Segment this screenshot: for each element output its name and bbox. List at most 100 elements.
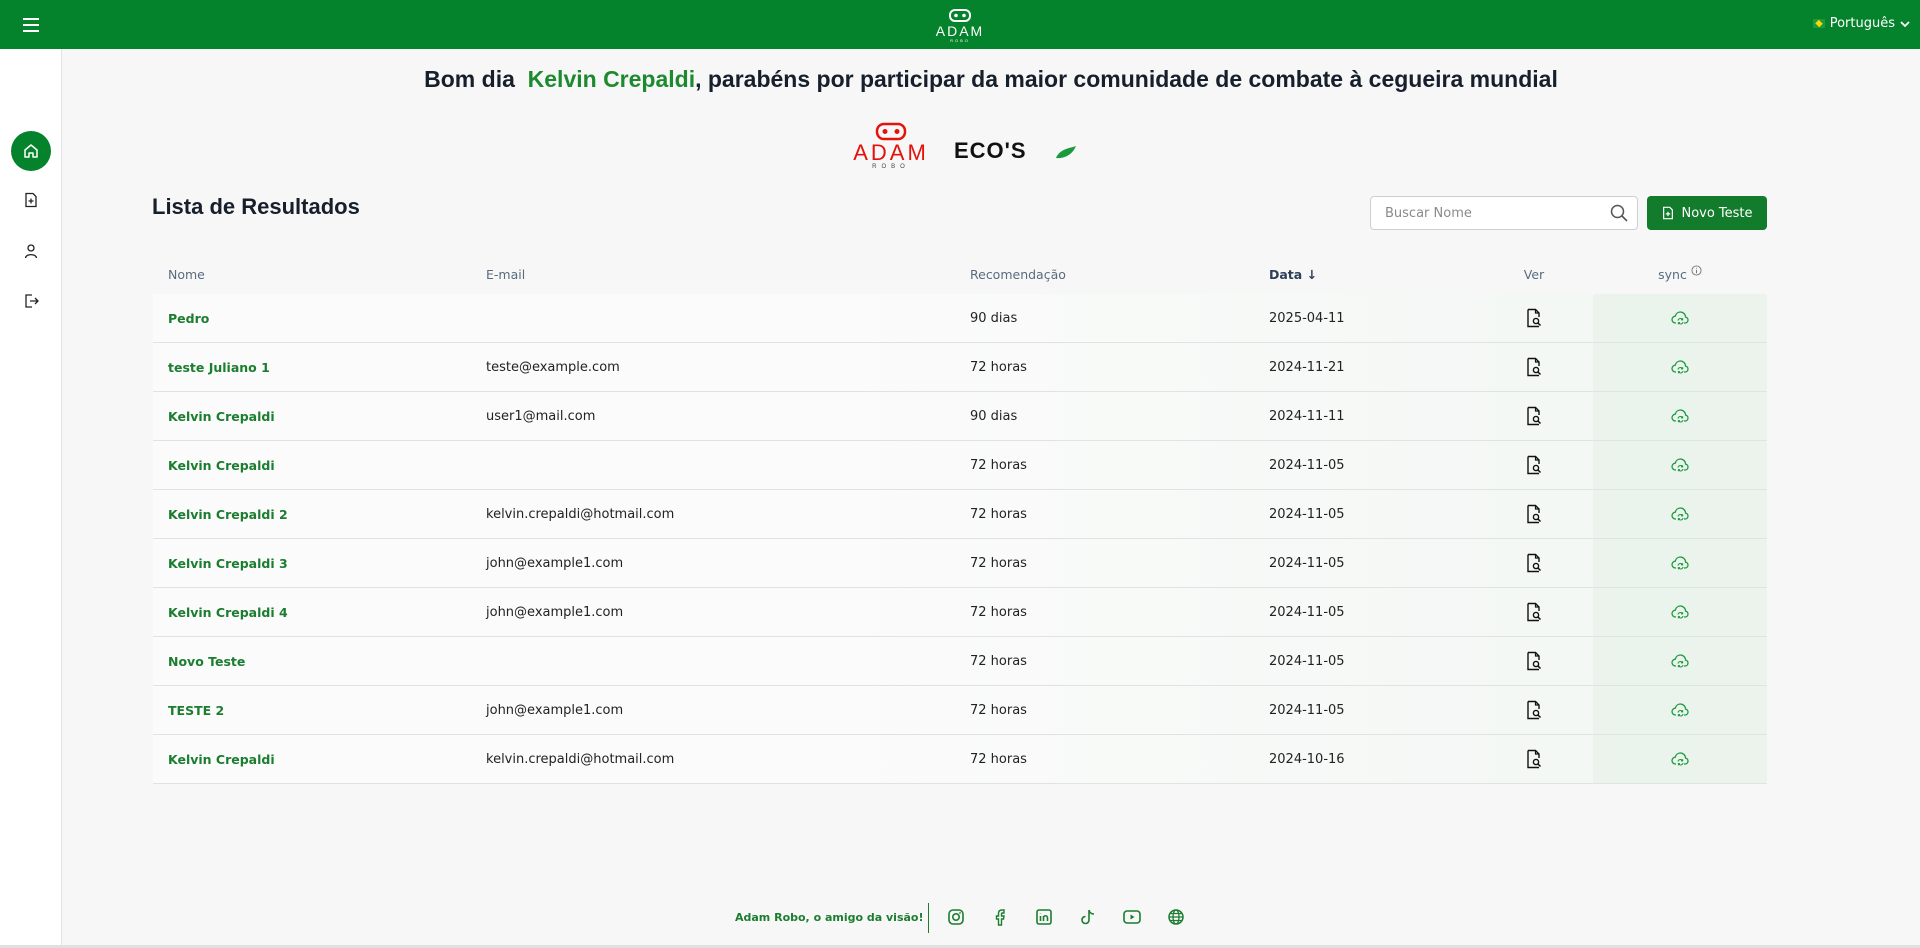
user-icon	[24, 244, 38, 259]
row-name[interactable]: TESTE 2	[168, 686, 468, 734]
new-test-label: Novo Teste	[1681, 205, 1753, 221]
view-report-icon[interactable]	[1507, 343, 1561, 391]
view-report-icon[interactable]	[1507, 588, 1561, 636]
table-row[interactable]: Kelvin Crepaldi 2 kelvin.crepaldi@hotmail…	[153, 490, 1767, 539]
table-row[interactable]: teste Juliano 1 teste@example.com 72 horas…	[153, 343, 1767, 392]
column-email[interactable]: E-mail	[486, 254, 966, 294]
view-report-icon[interactable]	[1507, 441, 1561, 489]
view-report-icon[interactable]	[1507, 490, 1561, 538]
row-date: 2024-11-21	[1269, 359, 1345, 375]
row-name[interactable]: Kelvin Crepaldi 4	[168, 588, 468, 636]
new-test-button[interactable]: Novo Teste	[1647, 196, 1767, 230]
greeting-prefix: Bom dia	[424, 66, 515, 92]
view-report-icon[interactable]	[1507, 735, 1561, 783]
row-recommendation: 72 horas	[970, 653, 1027, 669]
table-row[interactable]: Pedro 90 dias 2025-04-11	[153, 294, 1767, 343]
row-recommendation: 72 horas	[970, 457, 1027, 473]
column-recommendation[interactable]: Recomendação	[970, 254, 1250, 294]
user-name: Kelvin Crepaldi	[527, 66, 696, 92]
row-date: 2024-11-05	[1269, 702, 1345, 718]
adam-robo-red-logo: ADAM ROBO	[853, 122, 926, 170]
row-email: john@example1.com	[486, 555, 624, 571]
row-date: 2025-04-11	[1269, 310, 1345, 326]
row-email: kelvin.crepaldi@hotmail.com	[486, 751, 675, 767]
row-name[interactable]: Kelvin Crepaldi	[168, 392, 468, 440]
view-report-icon[interactable]	[1507, 539, 1561, 587]
table-row[interactable]: Kelvin Crepaldi kelvin.crepaldi@hotmail.c…	[153, 735, 1767, 784]
svg-text:ROBO: ROBO	[950, 38, 970, 43]
cloud-sync-icon[interactable]	[1593, 441, 1767, 489]
row-recommendation: 72 horas	[970, 359, 1027, 375]
sidebar-item-profile[interactable]	[11, 231, 51, 271]
sidebar-item-home[interactable]	[11, 131, 51, 171]
view-report-icon[interactable]	[1507, 686, 1561, 734]
youtube-icon[interactable]	[1122, 907, 1142, 927]
cloud-sync-icon[interactable]	[1593, 539, 1767, 587]
table-row[interactable]: Kelvin Crepaldi 3 john@example1.com 72 hor…	[153, 539, 1767, 588]
cloud-sync-icon[interactable]	[1593, 343, 1767, 391]
social-links	[946, 907, 1186, 927]
sidebar-item-logout[interactable]	[11, 281, 51, 321]
row-name[interactable]: teste Juliano 1	[168, 343, 468, 391]
cloud-sync-icon[interactable]	[1593, 490, 1767, 538]
row-date: 2024-11-05	[1269, 506, 1345, 522]
row-email: john@example1.com	[486, 604, 624, 620]
table-row[interactable]: Novo Teste 72 horas 2024-11-05	[153, 637, 1767, 686]
cloud-sync-icon[interactable]	[1593, 294, 1767, 342]
row-date: 2024-11-05	[1269, 653, 1345, 669]
globe-icon[interactable]	[1166, 907, 1186, 927]
row-recommendation: 90 dias	[970, 310, 1018, 326]
tiktok-icon[interactable]	[1078, 907, 1098, 927]
column-name[interactable]: Nome	[168, 254, 468, 294]
svg-text:ADAM: ADAM	[936, 23, 984, 39]
linkedin-icon[interactable]	[1034, 907, 1054, 927]
facebook-icon[interactable]	[990, 907, 1010, 927]
table-row[interactable]: Kelvin Crepaldi 4 john@example1.com 72 hor…	[153, 588, 1767, 637]
row-date: 2024-11-05	[1269, 604, 1345, 620]
adam-robo-logo: ADAM ROBO	[936, 9, 984, 43]
row-name[interactable]: Kelvin Crepaldi 3	[168, 539, 468, 587]
hamburger-menu-icon[interactable]	[20, 15, 42, 35]
row-date: 2024-11-05	[1269, 555, 1345, 571]
cloud-sync-icon[interactable]	[1593, 637, 1767, 685]
language-selector[interactable]: Português	[1812, 16, 1910, 31]
search-box	[1370, 196, 1638, 230]
column-sync-label: sync	[1658, 266, 1687, 282]
row-email: kelvin.crepaldi@hotmail.com	[486, 506, 675, 522]
footer-divider	[928, 903, 929, 933]
brazil-flag-icon	[1812, 19, 1825, 28]
view-report-icon[interactable]	[1507, 294, 1561, 342]
row-date: 2024-11-11	[1269, 408, 1345, 424]
row-name[interactable]: Pedro	[168, 294, 468, 342]
brand-logos: ADAM ROBO ECO'S	[853, 122, 1076, 170]
row-name[interactable]: Kelvin Crepaldi	[168, 735, 468, 783]
column-view: Ver	[1523, 266, 1545, 282]
cloud-sync-icon[interactable]	[1593, 392, 1767, 440]
view-report-icon[interactable]	[1507, 637, 1561, 685]
cloud-sync-icon[interactable]	[1593, 735, 1767, 783]
row-name[interactable]: Novo Teste	[168, 637, 468, 685]
home-icon	[24, 144, 38, 158]
table-header: Nome E-mail Recomendação Data ↓ Ver sync	[153, 254, 1767, 294]
table-row[interactable]: TESTE 2 john@example1.com 72 horas 2024-11-…	[153, 686, 1767, 735]
sidebar-item-new-test[interactable]	[11, 180, 51, 220]
instagram-icon[interactable]	[946, 907, 966, 927]
search-icon[interactable]	[1609, 203, 1629, 223]
cloud-sync-icon[interactable]	[1593, 588, 1767, 636]
search-input[interactable]	[1371, 197, 1591, 229]
table-row[interactable]: Kelvin Crepaldi user1@mail.com 90 dias 2024…	[153, 392, 1767, 441]
info-icon[interactable]	[1691, 264, 1702, 276]
row-email	[486, 294, 966, 342]
row-name[interactable]: Kelvin Crepaldi 2	[168, 490, 468, 538]
table-body: Pedro 90 dias 2025-04-11 teste Juliano 1 tes…	[153, 294, 1767, 784]
column-date-sort[interactable]: Data ↓	[1269, 254, 1469, 294]
row-email: user1@mail.com	[486, 408, 596, 424]
ecos-logo: ECO'S	[954, 138, 1076, 163]
svg-text:ECO'S: ECO'S	[954, 138, 1027, 163]
row-email: john@example1.com	[486, 702, 624, 718]
svg-text:ROBO: ROBO	[872, 164, 910, 170]
table-row[interactable]: Kelvin Crepaldi 72 horas 2024-11-05	[153, 441, 1767, 490]
row-name[interactable]: Kelvin Crepaldi	[168, 441, 468, 489]
view-report-icon[interactable]	[1507, 392, 1561, 440]
cloud-sync-icon[interactable]	[1593, 686, 1767, 734]
